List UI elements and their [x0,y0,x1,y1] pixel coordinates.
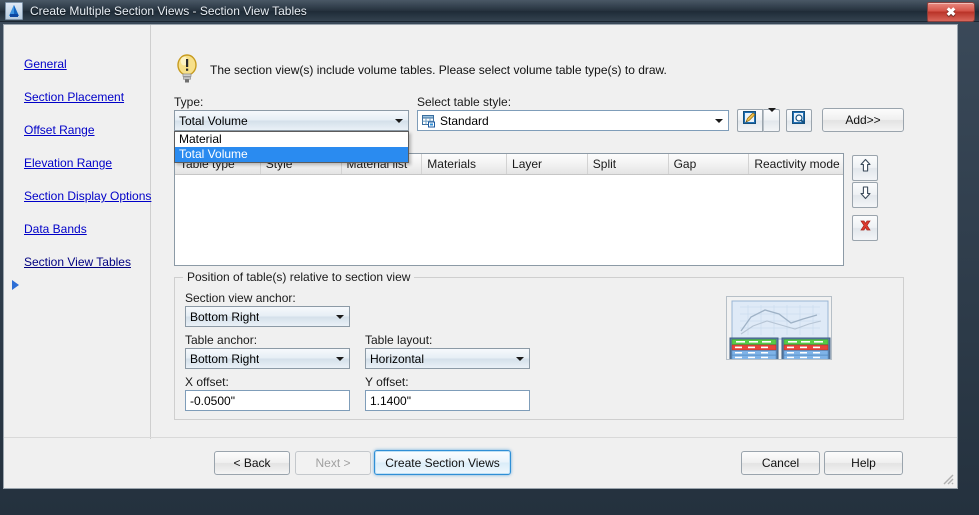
table-style-label: Select table style: [417,95,512,109]
table-style-value: Standard [440,113,489,128]
table-layout-combobox[interactable]: Horizontal [365,348,530,369]
table-layout-value: Horizontal [370,351,425,366]
sidebar-item-section-display-options[interactable]: Section Display Options [24,189,151,203]
y-offset-label: Y offset: [365,375,409,389]
chevron-down-icon[interactable] [710,111,728,130]
window-titlebar[interactable]: Create Multiple Section Views - Section … [0,0,979,22]
arrow-up-icon [858,158,873,178]
sidebar-item-data-bands[interactable]: Data Bands [24,222,87,236]
sidebar-item-elevation-range[interactable]: Elevation Range [24,156,112,170]
lightbulb-warning-icon [174,53,200,85]
current-step-marker-icon [12,280,19,290]
window-title: Create Multiple Section Views - Section … [30,3,307,18]
next-button: Next > [295,451,371,475]
sidebar-item-offset-range[interactable]: Offset Range [24,123,95,137]
create-section-views-button[interactable]: Create Section Views [374,450,511,475]
type-label: Type: [174,95,204,109]
hint-message: The section view(s) include volume table… [210,63,667,77]
section-view-anchor-label: Section view anchor: [185,291,296,305]
close-icon: ✖ [945,5,957,19]
preview-magnifier-icon [791,110,807,131]
type-combobox-value: Total Volume [179,113,248,128]
autocad-civil3d-icon [5,1,23,20]
section-view-anchor-value: Bottom Right [190,309,260,324]
column-header-split[interactable]: Split [588,154,669,174]
help-button[interactable]: Help [824,451,903,475]
sidebar-item-section-placement[interactable]: Section Placement [24,90,124,104]
column-header-gap[interactable]: Gap [669,154,750,174]
delete-button[interactable] [852,215,878,241]
sidebar-item-section-view-tables[interactable]: Section View Tables [24,255,131,269]
wizard-page-section-view-tables: The section view(s) include volume table… [152,25,957,439]
position-groupbox: Position of table(s) relative to section… [174,270,904,420]
edit-table-style-dropdown-button[interactable] [763,107,780,132]
section-view-anchor-combobox[interactable]: Bottom Right [185,306,350,327]
chevron-down-icon[interactable] [331,307,349,326]
close-button[interactable]: ✖ [927,2,975,22]
move-down-button[interactable] [852,182,878,208]
column-header-reactivity-mode[interactable]: Reactivity mode [749,154,843,174]
x-offset-label: X offset: [185,375,229,389]
column-header-materials[interactable]: Materials [422,154,508,174]
dialog-body: General Section Placement Offset Range E… [3,24,958,489]
type-option-total-volume[interactable]: Total Volume [175,147,408,162]
edit-pencil-icon [742,110,758,131]
cancel-button[interactable]: Cancel [741,451,820,475]
chevron-down-icon[interactable] [331,349,349,368]
table-layout-label: Table layout: [365,333,433,347]
chevron-down-icon[interactable] [511,349,529,368]
arrow-down-icon [858,185,873,205]
preview-table-style-button[interactable] [786,109,812,132]
table-anchor-combobox[interactable]: Bottom Right [185,348,350,369]
resize-grip[interactable] [940,471,954,485]
table-style-combobox[interactable]: Standard [417,110,729,131]
dialog-footer: < Back Next > Create Section Views Cance… [4,437,957,488]
list-body[interactable] [175,175,843,265]
column-header-layer[interactable]: Layer [507,154,588,174]
table-style-icon [418,114,436,128]
edit-table-style-button[interactable] [737,109,763,132]
type-option-material[interactable]: Material [175,132,408,147]
table-anchor-value: Bottom Right [190,351,260,366]
position-groupbox-title: Position of table(s) relative to section… [183,270,415,284]
screen: Create Multiple Section Views - Section … [0,0,979,515]
red-x-icon [858,218,873,238]
section-view-table-preview [726,296,832,360]
wizard-sidebar: General Section Placement Offset Range E… [4,25,151,439]
table-anchor-label: Table anchor: [185,333,258,347]
type-dropdown-list[interactable]: Material Total Volume [174,131,409,163]
type-combobox[interactable]: Total Volume [174,110,409,131]
move-up-button[interactable] [852,155,878,181]
sidebar-item-general[interactable]: General [24,57,67,71]
add-button[interactable]: Add>> [822,108,904,132]
y-offset-input[interactable]: 1.1400" [365,390,530,411]
chevron-down-icon[interactable] [390,111,408,130]
x-offset-input[interactable]: -0.0500" [185,390,350,411]
back-button[interactable]: < Back [214,451,290,475]
chevron-down-icon [767,107,776,130]
section-view-tables-list[interactable]: Table type Style Material list Materials… [174,153,844,266]
